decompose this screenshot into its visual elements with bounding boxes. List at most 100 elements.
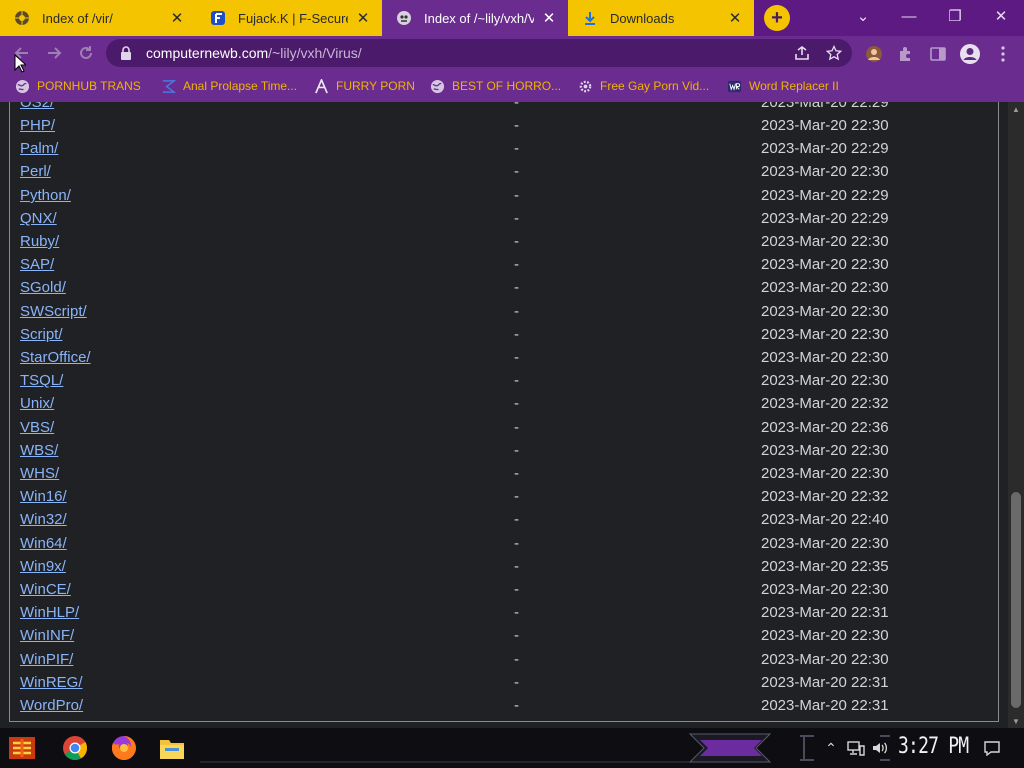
- volume-icon[interactable]: [870, 736, 890, 760]
- table-row: Palm/ - 2023-Mar-20 22:29: [10, 138, 1000, 161]
- side-panel-icon[interactable]: [927, 43, 949, 65]
- bookmark-item[interactable]: FURRY PORN: [313, 70, 415, 102]
- size-cell: -: [514, 349, 519, 366]
- table-row: WinCE/ - 2023-Mar-20 22:30: [10, 579, 1000, 602]
- directory-link[interactable]: Python/: [20, 187, 71, 204]
- minimize-button[interactable]: —: [886, 0, 932, 32]
- directory-link[interactable]: WHS/: [20, 465, 59, 482]
- directory-link[interactable]: WordPro/: [20, 697, 83, 714]
- taskbar: ⌃ 3:27 PM: [0, 728, 1024, 768]
- directory-link[interactable]: WBS/: [20, 442, 58, 459]
- date-cell: 2023-Mar-20 22:30: [761, 627, 889, 644]
- directory-link[interactable]: TSQL/: [20, 372, 63, 389]
- directory-link[interactable]: SAP/: [20, 256, 54, 273]
- new-tab-button[interactable]: +: [764, 5, 790, 31]
- directory-link[interactable]: Win32/: [20, 511, 67, 528]
- directory-link[interactable]: Win64/: [20, 535, 67, 552]
- restore-button[interactable]: ❐: [932, 0, 978, 32]
- date-cell: 2023-Mar-20 22:40: [761, 511, 889, 528]
- size-cell: -: [514, 395, 519, 412]
- directory-link[interactable]: Script/: [20, 326, 63, 343]
- wr-icon: [726, 78, 742, 94]
- tab-index-vir[interactable]: Index of /vir/ ✕: [0, 0, 196, 36]
- tab-downloads[interactable]: Downloads ✕: [568, 0, 754, 36]
- bookmark-item[interactable]: Anal Prolapse Time...: [160, 70, 297, 102]
- close-tab-icon[interactable]: ✕: [168, 9, 186, 27]
- size-cell: -: [514, 627, 519, 644]
- scroll-up-arrow-icon[interactable]: ▲: [1008, 102, 1024, 116]
- directory-link[interactable]: Win9x/: [20, 558, 66, 575]
- chrome-icon[interactable]: [59, 732, 91, 764]
- vertical-scrollbar[interactable]: ▲ ▼: [1008, 102, 1024, 728]
- directory-link[interactable]: VBS/: [20, 419, 54, 436]
- lock-icon[interactable]: [120, 46, 134, 60]
- directory-link[interactable]: OS2/: [20, 102, 54, 111]
- table-row: WHS/ - 2023-Mar-20 22:30: [10, 463, 1000, 486]
- size-cell: -: [514, 140, 519, 157]
- bookmark-label: PORNHUB TRANS: [37, 79, 141, 93]
- directory-link[interactable]: WinREG/: [20, 674, 83, 691]
- close-tab-icon[interactable]: ✕: [540, 9, 558, 27]
- directory-link[interactable]: WinPIF/: [20, 651, 73, 668]
- directory-link[interactable]: Perl/: [20, 163, 51, 180]
- tab-search-dropdown-icon[interactable]: ⌄: [840, 0, 886, 32]
- url-path: /~lily/vxh/Virus/: [268, 45, 362, 61]
- bookmark-item[interactable]: Free Gay Porn Vid...: [577, 70, 709, 102]
- directory-link[interactable]: WinHLP/: [20, 604, 79, 621]
- tab-index-lily-virus[interactable]: Index of /~lily/vxh/V ✕: [382, 0, 568, 36]
- file-explorer-icon[interactable]: [156, 732, 188, 764]
- reload-button[interactable]: [74, 41, 98, 65]
- show-hidden-icons-icon[interactable]: ⌃: [824, 736, 838, 760]
- size-cell: -: [514, 419, 519, 436]
- directory-link[interactable]: StarOffice/: [20, 349, 91, 366]
- tab-fujack[interactable]: Fujack.K | F-Secure L ✕: [196, 0, 382, 36]
- extension-avatar-icon[interactable]: [863, 43, 885, 65]
- table-row: TSQL/ - 2023-Mar-20 22:30: [10, 370, 1000, 393]
- scrollbar-thumb[interactable]: [1011, 492, 1021, 708]
- date-cell: 2023-Mar-20 22:29: [761, 102, 889, 111]
- network-icon[interactable]: [846, 736, 866, 760]
- date-cell: 2023-Mar-20 22:30: [761, 372, 889, 389]
- bookmark-item[interactable]: Word Replacer II: [726, 70, 839, 102]
- firefox-icon[interactable]: [108, 732, 140, 764]
- bookmark-label: Free Gay Porn Vid...: [600, 79, 710, 93]
- date-cell: 2023-Mar-20 22:31: [761, 674, 889, 691]
- directory-link[interactable]: WinINF/: [20, 627, 74, 644]
- close-tab-icon[interactable]: ✕: [726, 9, 744, 27]
- extensions-puzzle-icon[interactable]: [895, 43, 917, 65]
- url-text: computernewb.com/~lily/vxh/Virus/: [146, 45, 362, 61]
- directory-link[interactable]: Unix/: [20, 395, 54, 412]
- date-cell: 2023-Mar-20 22:29: [761, 210, 889, 227]
- size-cell: -: [514, 102, 519, 111]
- scroll-down-arrow-icon[interactable]: ▼: [1008, 714, 1024, 728]
- address-bar[interactable]: computernewb.com/~lily/vxh/Virus/: [106, 39, 852, 67]
- close-window-button[interactable]: ✕: [978, 0, 1024, 32]
- size-cell: -: [514, 256, 519, 273]
- size-cell: -: [514, 488, 519, 505]
- mouse-cursor-icon: [14, 54, 26, 73]
- bookmark-item[interactable]: BEST OF HORRO...: [429, 70, 561, 102]
- table-row: Script/ - 2023-Mar-20 22:30: [10, 324, 1000, 347]
- close-tab-icon[interactable]: ✕: [354, 9, 372, 27]
- directory-link[interactable]: Ruby/: [20, 233, 59, 250]
- size-cell: -: [514, 581, 519, 598]
- directory-link[interactable]: SWScript/: [20, 303, 87, 320]
- notification-center-icon[interactable]: [982, 736, 1002, 760]
- bookmark-star-icon[interactable]: [824, 43, 844, 63]
- menu-kebab-icon[interactable]: [992, 43, 1014, 65]
- directory-link[interactable]: QNX/: [20, 210, 57, 227]
- tab-title: Fujack.K | F-Secure L: [238, 10, 348, 26]
- directory-link[interactable]: WinCE/: [20, 581, 71, 598]
- profile-avatar-icon[interactable]: [959, 43, 981, 65]
- directory-link[interactable]: Palm/: [20, 140, 58, 157]
- directory-link[interactable]: Win16/: [20, 488, 67, 505]
- share-icon[interactable]: [792, 43, 812, 63]
- bookmark-item[interactable]: PORNHUB TRANS: [14, 70, 141, 102]
- table-row: SAP/ - 2023-Mar-20 22:30: [10, 254, 1000, 277]
- size-cell: -: [514, 465, 519, 482]
- directory-link[interactable]: SGold/: [20, 279, 66, 296]
- start-icon[interactable]: [6, 732, 38, 764]
- directory-link[interactable]: PHP/: [20, 117, 55, 134]
- forward-button[interactable]: [42, 41, 66, 65]
- taskbar-clock[interactable]: 3:27 PM: [898, 734, 969, 759]
